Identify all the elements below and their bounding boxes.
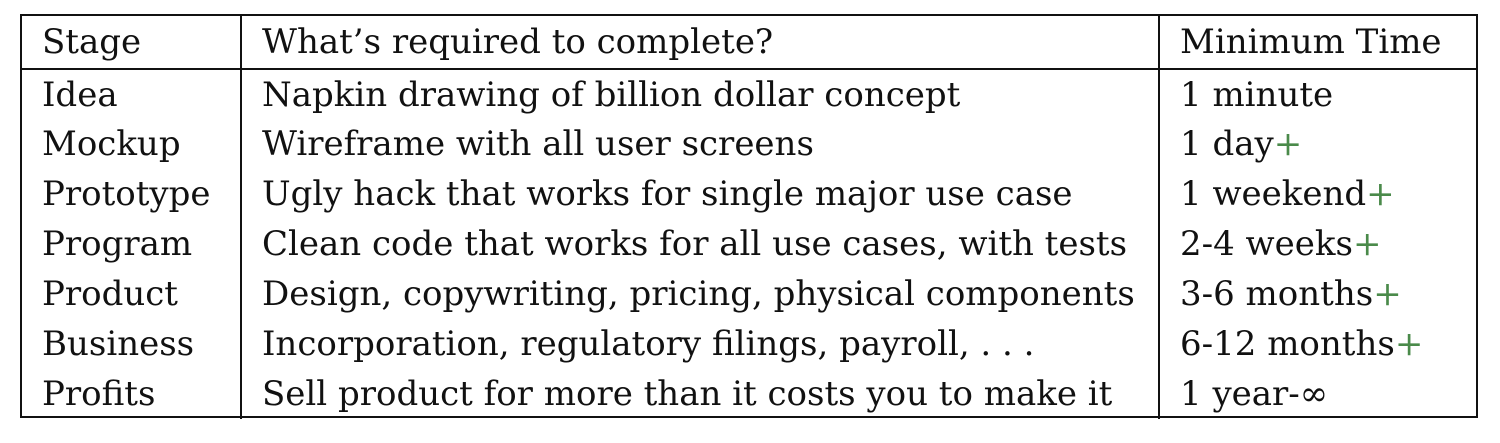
table-row: Profits Sell product for more than it co… [22,369,1476,419]
requirement-cell: Napkin drawing of billion dollar concept [241,69,1160,119]
time-value: 3-6 months [1180,274,1374,314]
time-value: 6-12 months [1180,324,1395,364]
requirement-cell: Clean code that works for all use cases,… [241,219,1160,269]
stage-cell: Mockup [22,119,242,169]
table-row: Prototype Ugly hack that works for singl… [22,169,1476,219]
stage-cell: Program [22,219,242,269]
plus-mark: + [1394,324,1424,364]
table-row: Program Clean code that works for all us… [22,219,1476,269]
plus-mark: + [1373,274,1402,314]
table-row: Idea Napkin drawing of billion dollar co… [22,69,1476,119]
stage-cell: Profits [22,369,242,419]
table-row: Product Design, copywriting, pricing, ph… [22,269,1476,319]
header-requirement: What’s required to complete? [241,16,1160,70]
requirement-cell: Sell product for more than it costs you … [241,369,1160,419]
time-cell: 3-6 months+ [1159,269,1476,319]
requirement-cell: Incorporation, regulatory filings, payro… [241,319,1160,369]
time-value: 1 minute [1180,74,1334,115]
time-value: 2-4 weeks [1180,224,1353,264]
stages-table-frame: Stage What’s required to complete? Minim… [20,14,1478,419]
header-minimum-time: Minimum Time [1159,16,1476,70]
table-row: Business Incorporation, regulatory filin… [22,319,1476,369]
time-cell: 1 minute [1159,69,1476,119]
time-cell: 6-12 months+ [1159,319,1476,369]
time-value: 1 year-∞ [1180,374,1329,414]
time-cell: 1 weekend+ [1159,169,1476,219]
requirement-cell: Wireframe with all user screens [241,119,1160,169]
requirement-cell: Ugly hack that works for single major us… [241,169,1160,219]
time-cell: 1 day+ [1159,119,1476,169]
stage-cell: Product [22,269,242,319]
plus-mark: + [1366,174,1395,214]
stage-cell: Prototype [22,169,242,219]
table-row: Mockup Wireframe with all user screens 1… [22,119,1476,169]
time-value: 1 day [1180,124,1274,164]
table-header-row: Stage What’s required to complete? Minim… [22,16,1476,70]
plus-mark: + [1273,124,1303,164]
header-stage: Stage [22,16,242,70]
plus-mark: + [1352,224,1382,264]
stages-table: Stage What’s required to complete? Minim… [22,16,1476,419]
stage-cell: Business [22,319,242,369]
time-value: 1 weekend [1180,174,1367,214]
requirement-cell: Design, copywriting, pricing, physical c… [241,269,1160,319]
stage-cell: Idea [22,69,242,119]
time-cell: 2-4 weeks+ [1159,219,1476,269]
time-cell: 1 year-∞ [1159,369,1476,419]
